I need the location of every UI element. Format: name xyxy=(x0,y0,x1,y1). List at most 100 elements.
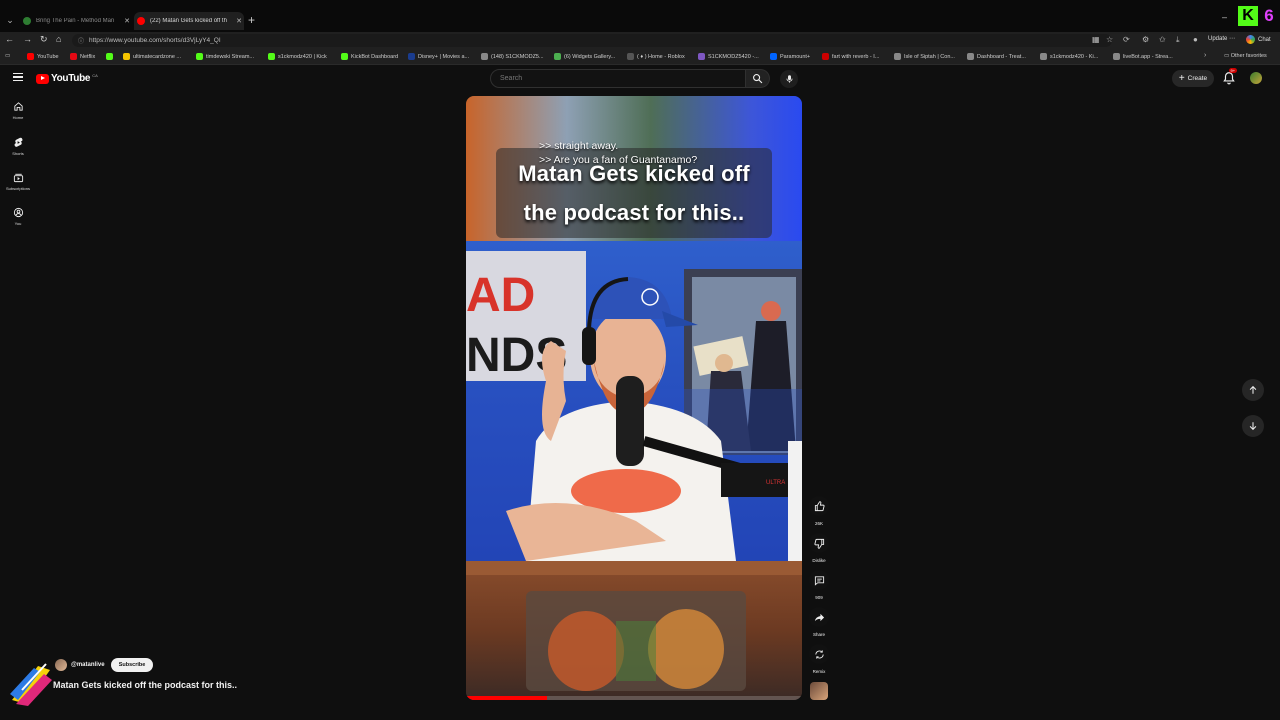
bookmark-item[interactable]: Paramount+ xyxy=(770,53,810,60)
favorite-star-icon[interactable]: ☆ xyxy=(1106,35,1113,44)
search-input[interactable]: Search xyxy=(490,69,746,88)
home-icon xyxy=(13,102,23,111)
guide-item-shorts[interactable]: Shorts xyxy=(0,137,36,156)
bookmark-item[interactable]: YouTube xyxy=(27,53,59,60)
bookmark-item[interactable]: Dashboard - Treat... xyxy=(967,53,1026,60)
previous-short-button[interactable] xyxy=(1242,379,1264,401)
favorites-icon[interactable]: ✩ xyxy=(1159,35,1166,44)
app-available-icon[interactable]: ▦ xyxy=(1092,35,1100,44)
bookmark-item[interactable]: (6) Widgets Gallery... xyxy=(554,53,615,60)
bookmark-label: fart with reverb - I... xyxy=(832,53,880,60)
site-info-icon[interactable]: ⓘ xyxy=(78,36,84,45)
plus-icon: + xyxy=(1178,72,1185,84)
svg-text:AD: AD xyxy=(466,269,535,322)
copilot-chat-button[interactable]: Chat xyxy=(1246,35,1271,44)
bookmark-item[interactable]: s1ckmodz420 | Kick xyxy=(268,53,327,60)
comment-count: 909 xyxy=(815,595,823,600)
comments-button[interactable]: 909 xyxy=(808,570,830,600)
bookmark-item[interactable]: ultimatecardzone ... xyxy=(123,53,181,60)
dislike-button[interactable]: Dislike xyxy=(808,533,830,563)
arrow-up-icon xyxy=(1249,385,1257,394)
dislike-label: Dislike xyxy=(812,558,826,563)
sound-channel-thumbnail[interactable] xyxy=(810,682,828,700)
update-button[interactable]: Update ⋯ xyxy=(1208,35,1235,42)
bookmark-item[interactable]: (148) S1CKMODZ5... xyxy=(481,53,544,60)
shorts-video-player[interactable]: Matan Gets kicked off the podcast for th… xyxy=(466,96,802,700)
guide-item-subscriptions[interactable]: Subscriptions xyxy=(0,172,36,191)
channel-handle[interactable]: @matanlive xyxy=(71,662,105,668)
guide-label: Subscriptions xyxy=(5,186,30,191)
progress-bar[interactable] xyxy=(466,696,547,700)
like-button[interactable]: 26K xyxy=(808,496,830,526)
like-count: 26K xyxy=(814,521,823,526)
globe-icon xyxy=(967,53,974,60)
downloads-icon[interactable]: ⤓ xyxy=(1176,35,1180,45)
bell-icon xyxy=(1223,72,1235,85)
bookmark-label: ( ♦ ) Home - Roblox xyxy=(637,53,685,60)
browser-tab[interactable]: Bring The Pain - Method Man ✕ xyxy=(20,12,132,30)
bookmark-label: Dashboard - Treat... xyxy=(977,53,1026,60)
bookmark-item[interactable] xyxy=(106,53,116,60)
bookmark-item[interactable]: timdewski Stream... xyxy=(196,53,254,60)
bookmark-item[interactable]: Isle of Siptah | Con... xyxy=(894,53,955,60)
share-label: Share xyxy=(812,632,825,637)
remix-button[interactable]: Remix xyxy=(808,644,830,674)
bookmarks-overflow-chevron-icon[interactable]: › xyxy=(1204,52,1206,59)
account-avatar[interactable] xyxy=(1250,72,1262,84)
bookmark-label: timdewski Stream... xyxy=(206,53,254,60)
back-icon[interactable]: ← xyxy=(5,34,14,44)
guide-item-you[interactable]: You xyxy=(0,207,36,226)
video-scene-image: AD NDS ULTRA xyxy=(466,251,802,561)
forward-icon[interactable]: → xyxy=(23,34,32,44)
closed-caption: >> straight away. >> Are you a fan of Gu… xyxy=(539,140,697,168)
other-favorites-label: Other favorites xyxy=(1230,53,1267,59)
notification-badge: 9+ xyxy=(1229,68,1237,73)
arrow-down-icon xyxy=(1249,422,1257,431)
bookmark-item[interactable]: Disney+ | Movies a... xyxy=(408,53,469,60)
bookmark-label: YouTube xyxy=(37,53,59,60)
home-icon[interactable]: ⌂ xyxy=(56,34,61,44)
bookmark-item[interactable]: s1ckmodz420 - Ki... xyxy=(1040,53,1098,60)
bookmarks-menu-icon[interactable]: ▭ xyxy=(5,53,10,59)
bookmark-label: Disney+ | Movies a... xyxy=(418,53,470,60)
channel-avatar[interactable] xyxy=(55,659,67,671)
youtube-logo[interactable]: YouTube CA xyxy=(36,73,98,84)
voice-search-button[interactable] xyxy=(780,70,798,88)
split-screen-icon[interactable]: ⚙ xyxy=(1142,35,1149,44)
bookmark-item[interactable]: liveBot.app - Strea... xyxy=(1113,53,1173,60)
overlay-title-line: the podcast for this.. xyxy=(523,200,745,225)
hamburger-menu-icon[interactable] xyxy=(13,73,23,81)
globe-icon xyxy=(481,53,488,60)
bookmark-label: ultimatecardzone ... xyxy=(133,53,181,60)
bookmark-item[interactable]: ( ♦ ) Home - Roblox xyxy=(627,53,685,60)
tab-close-icon[interactable]: ✕ xyxy=(234,17,244,25)
bookmark-item[interactable]: S1CKMODZ5420 -... xyxy=(698,53,759,60)
thumbs-down-icon xyxy=(813,538,824,549)
bookmark-item[interactable]: KickBot Dashboard xyxy=(341,53,398,60)
address-bar[interactable]: ⓘ https://www.youtube.com/shorts/d3VjLyY… xyxy=(72,34,1112,47)
next-short-button[interactable] xyxy=(1242,415,1264,437)
search-button[interactable] xyxy=(746,69,770,88)
share-button[interactable]: Share xyxy=(808,607,830,637)
youtube-icon xyxy=(27,53,34,60)
reload-icon[interactable]: ↻ xyxy=(40,34,48,45)
tab-close-icon[interactable]: ✕ xyxy=(122,17,132,25)
new-tab-icon[interactable]: + xyxy=(248,13,255,27)
extension-icon[interactable]: ⟳ xyxy=(1123,35,1130,44)
subscribe-button[interactable]: Subscribe xyxy=(111,658,153,672)
tab-list-chevron-icon[interactable]: ⌄ xyxy=(4,13,16,27)
browser-tab-active[interactable]: (22) Matan Gets kicked off th ✕ xyxy=(134,12,244,30)
bookmark-item[interactable]: Netflix xyxy=(70,53,95,60)
bookmark-item[interactable]: fart with reverb - I... xyxy=(822,53,879,60)
profile-avatar-icon[interactable]: ● xyxy=(1193,35,1198,44)
create-button[interactable]: + Create xyxy=(1172,70,1214,87)
bookmark-label: Netflix xyxy=(80,53,96,60)
country-code: CA xyxy=(92,73,98,78)
tab-favicon-icon xyxy=(137,17,145,25)
other-favorites[interactable]: ▭ Other favorites xyxy=(1224,53,1267,59)
notifications-button[interactable]: 9+ xyxy=(1222,68,1237,85)
bookmark-label: liveBot.app - Strea... xyxy=(1123,53,1173,60)
paramount-icon xyxy=(770,53,777,60)
minimize-icon[interactable]: – xyxy=(1222,12,1227,22)
guide-item-home[interactable]: Home xyxy=(0,101,36,120)
